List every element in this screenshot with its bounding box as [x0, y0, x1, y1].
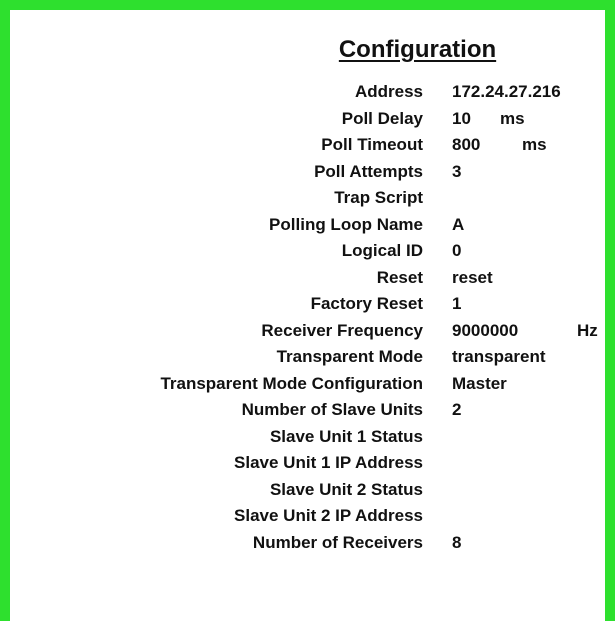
value-reset: reset: [452, 267, 493, 287]
unit-poll-delay: ms: [500, 108, 525, 128]
value-poll-attempts: 3: [452, 161, 462, 181]
value-polling-loop-name: A: [452, 214, 465, 234]
label-poll-attempts: Poll Attempts: [314, 161, 423, 181]
row-polling-loop-name: Polling Loop Name A: [10, 215, 605, 242]
label-slave-unit-2-status: Slave Unit 2 Status: [269, 479, 423, 499]
value-transparent-mode-configuration: Master: [452, 373, 507, 393]
label-trap-script: Trap Script: [334, 188, 423, 207]
value-factory-reset: 1: [452, 294, 462, 313]
row-poll-timeout: Poll Timeout 800 ms: [10, 135, 605, 162]
unit-receiver-frequency: Hz: [577, 320, 598, 340]
row-slave-unit-1-ip-address: Slave Unit 1 IP Address: [10, 453, 605, 480]
label-poll-delay: Poll Delay: [341, 108, 423, 128]
row-reset: Reset reset: [10, 268, 605, 295]
row-transparent-mode-configuration: Transparent Mode Configuration Master: [10, 374, 605, 401]
value-poll-delay: 10: [452, 108, 471, 128]
label-transparent-mode-configuration: Transparent Mode Configuration: [160, 373, 423, 393]
row-poll-delay: Poll Delay 10 ms: [10, 109, 605, 136]
label-number-of-receivers: Number of Receivers: [252, 532, 423, 552]
title-container: Configuration: [10, 36, 605, 64]
value-poll-timeout: 800: [452, 135, 481, 154]
page-title: Configuration: [338, 36, 497, 63]
label-number-of-slave-units: Number of Slave Units: [241, 400, 423, 419]
label-slave-unit-1-status: Slave Unit 1 Status: [269, 426, 423, 446]
value-address: 172.24.27.216: [452, 82, 561, 101]
label-reset: Reset: [376, 267, 423, 287]
value-number-of-slave-units: 2: [452, 400, 462, 419]
config-list: Address 172.24.27.216 Poll Delay 10 ms P…: [10, 82, 605, 559]
row-slave-unit-2-status: Slave Unit 2 Status: [10, 480, 605, 507]
row-transparent-mode: Transparent Mode transparent: [10, 347, 605, 374]
row-address: Address 172.24.27.216: [10, 82, 605, 109]
label-poll-timeout: Poll Timeout: [321, 135, 423, 154]
row-receiver-frequency: Receiver Frequency 9000000 Hz: [10, 321, 605, 348]
row-slave-unit-1-status: Slave Unit 1 Status: [10, 427, 605, 454]
label-slave-unit-2-ip-address: Slave Unit 2 IP Address: [234, 506, 423, 525]
label-receiver-frequency: Receiver Frequency: [261, 320, 423, 340]
configuration-panel: Configuration Address 172.24.27.216 Poll…: [0, 0, 615, 621]
label-transparent-mode: Transparent Mode: [276, 347, 423, 366]
value-receiver-frequency: 9000000: [452, 320, 519, 340]
row-poll-attempts: Poll Attempts 3: [10, 162, 605, 189]
label-slave-unit-1-ip-address: Slave Unit 1 IP Address: [234, 453, 423, 472]
value-transparent-mode: transparent: [452, 347, 546, 366]
row-number-of-slave-units: Number of Slave Units 2: [10, 400, 605, 427]
row-factory-reset: Factory Reset 1: [10, 294, 605, 321]
row-slave-unit-2-ip-address: Slave Unit 2 IP Address: [10, 506, 605, 533]
label-logical-id: Logical ID: [341, 241, 423, 260]
row-number-of-receivers: Number of Receivers 8: [10, 533, 605, 560]
row-trap-script: Trap Script: [10, 188, 605, 215]
value-number-of-receivers: 8: [452, 532, 462, 552]
label-factory-reset: Factory Reset: [310, 294, 423, 313]
label-address: Address: [354, 82, 423, 101]
value-logical-id: 0: [452, 241, 462, 260]
row-logical-id: Logical ID 0: [10, 241, 605, 268]
unit-poll-timeout: ms: [522, 135, 547, 154]
label-polling-loop-name: Polling Loop Name: [269, 214, 423, 234]
